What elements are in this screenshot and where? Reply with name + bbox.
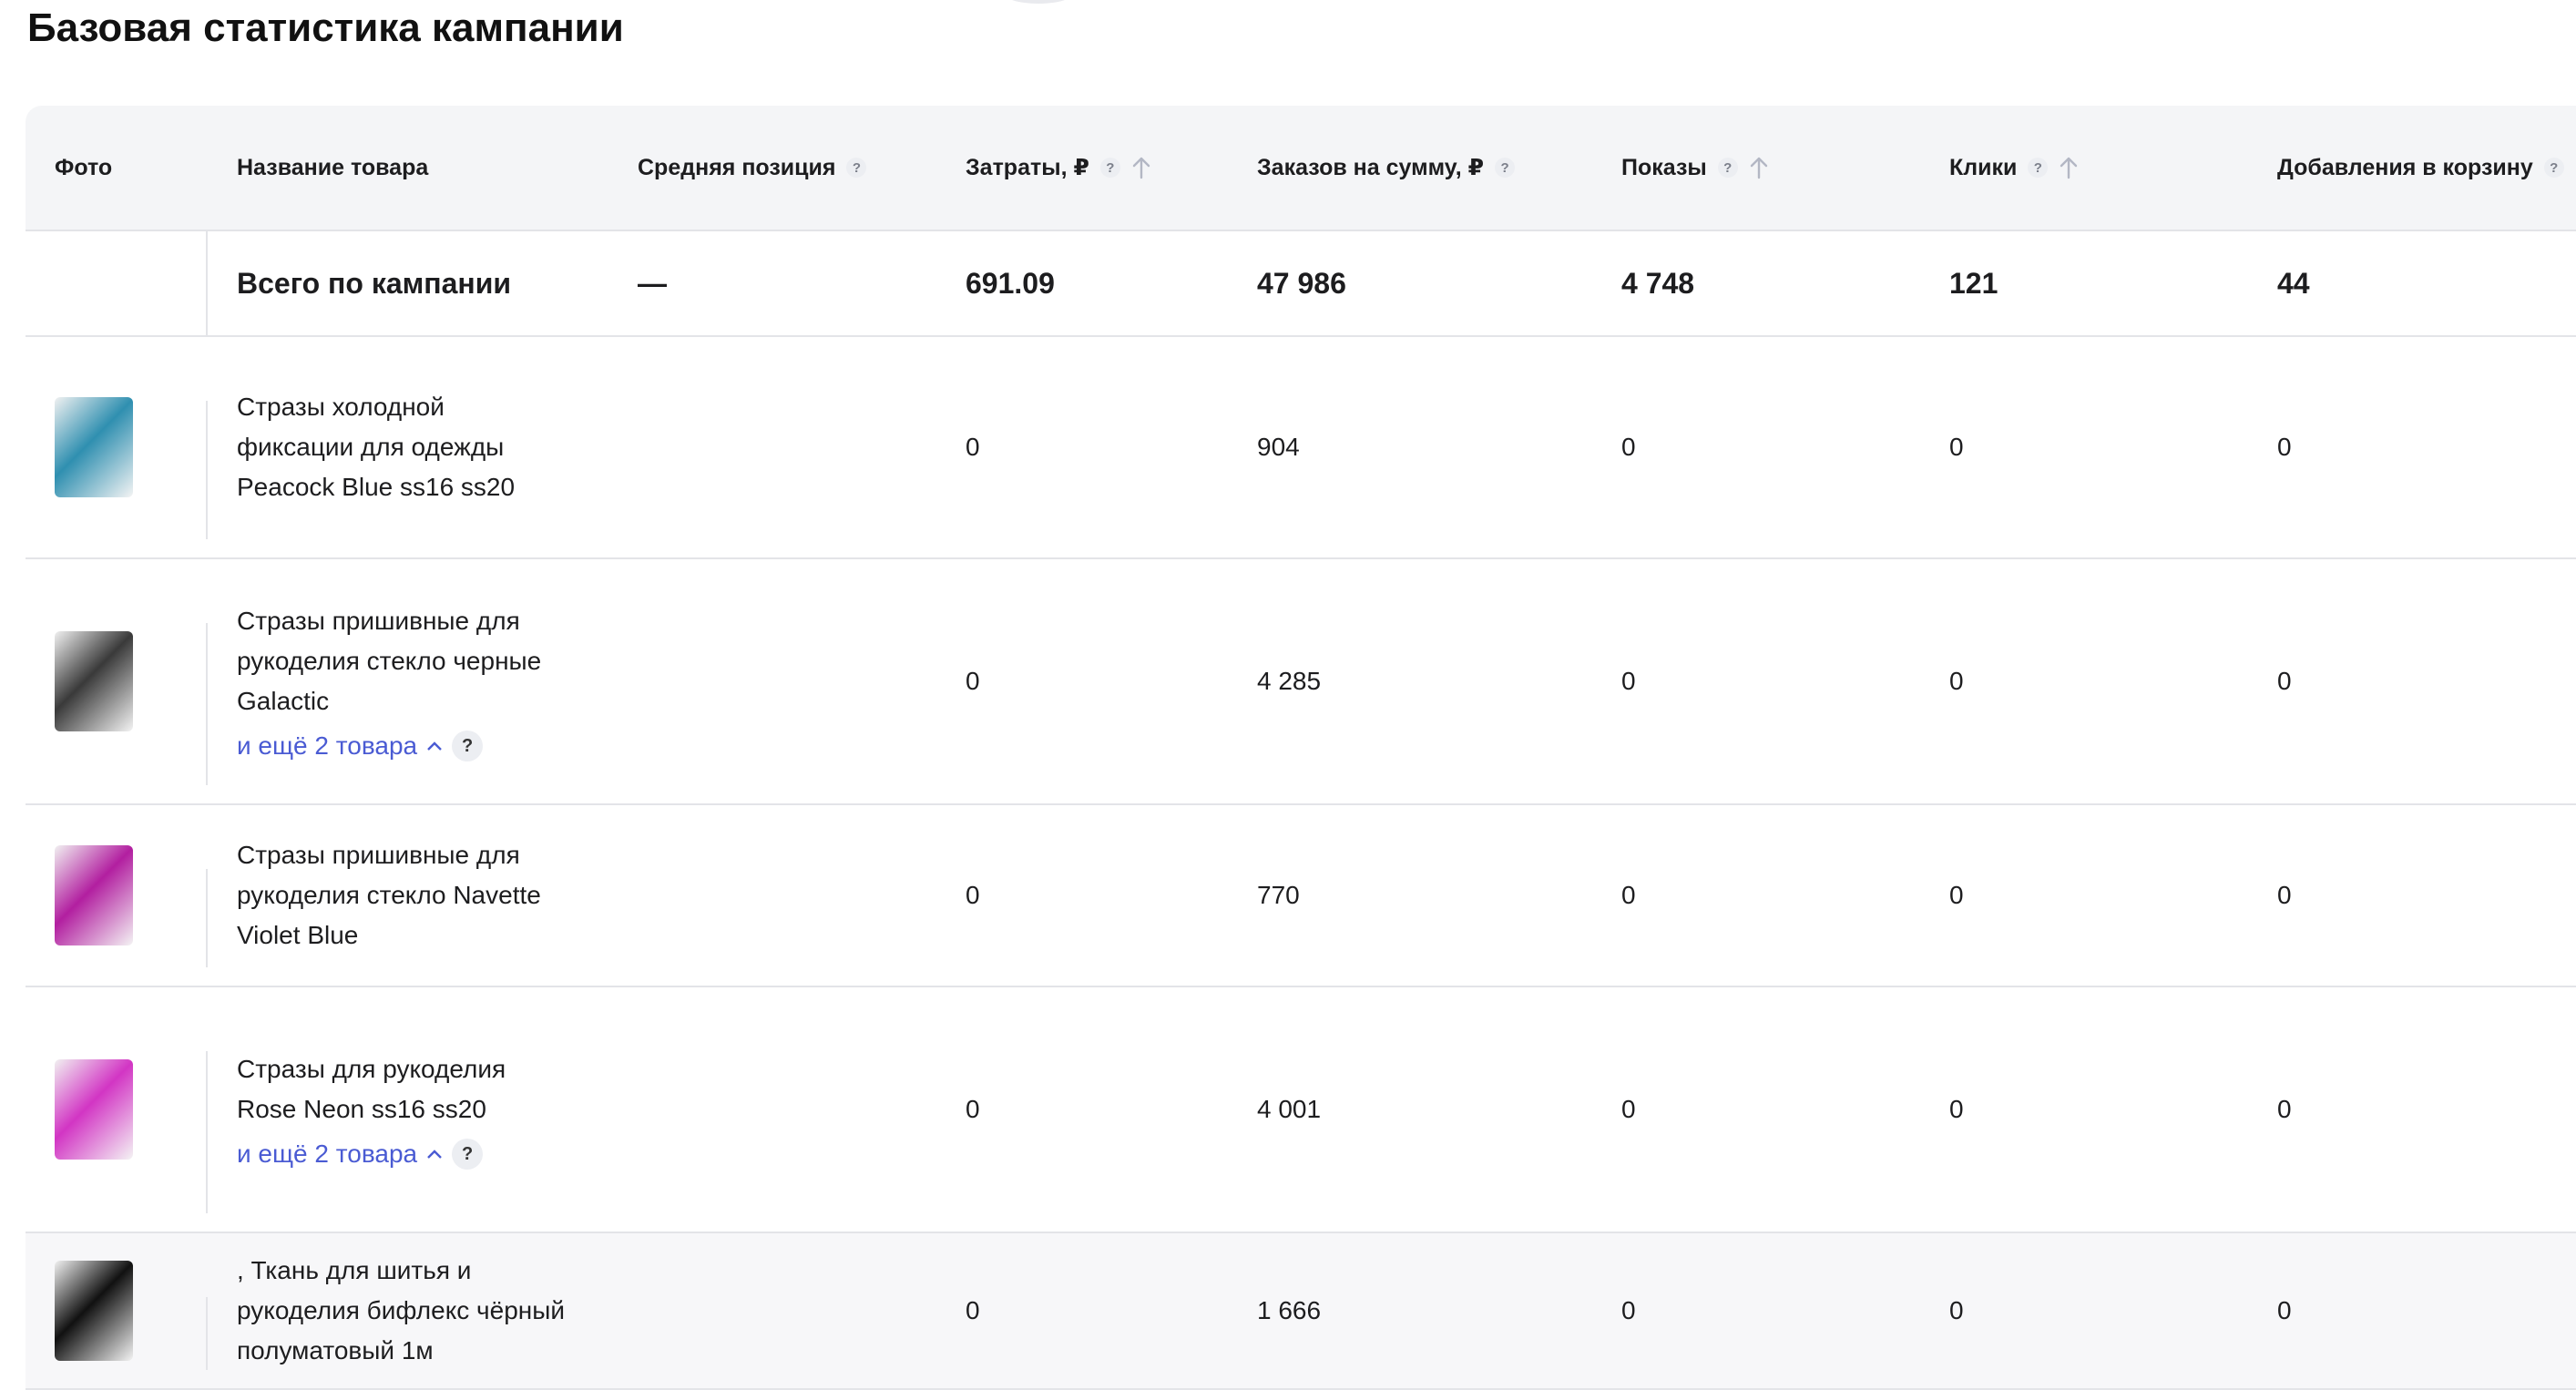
product-photo[interactable] <box>55 1261 133 1361</box>
show-more-products-link[interactable]: и ещё 2 товара? <box>237 731 484 761</box>
cell-spend: 0 <box>966 433 980 461</box>
column-divider <box>206 1297 208 1370</box>
column-header-name: Название товара <box>237 106 428 230</box>
help-icon[interactable]: ? <box>2543 158 2564 178</box>
chevron-up-icon <box>427 741 442 751</box>
show-more-label: и ещё 2 товара <box>237 1140 418 1168</box>
help-icon[interactable]: ? <box>846 158 867 178</box>
cell-cart-adds: 0 <box>2277 433 2292 461</box>
product-photo[interactable] <box>55 397 133 497</box>
column-divider <box>206 401 208 539</box>
show-more-label: и ещё 2 товара <box>237 731 418 760</box>
column-header-orders-sum: Заказов на сумму, ₽? <box>1257 106 1516 230</box>
cell-spend: 0 <box>966 667 980 695</box>
column-header-label: Показы <box>1621 154 1707 180</box>
help-icon[interactable]: ? <box>1495 158 1516 178</box>
total-row: Всего по кампании — 691.09 47 986 4 748 121 44 <box>26 231 2576 337</box>
cell-orders-sum: 4 001 <box>1257 1095 1322 1123</box>
product-photo[interactable] <box>55 845 133 945</box>
cell-impressions: 0 <box>1621 881 1636 909</box>
total-spend: 691.09 <box>966 266 1055 300</box>
product-photo[interactable] <box>55 631 133 731</box>
cell-cart-adds: 0 <box>2277 1296 2292 1324</box>
cell-clicks: 0 <box>1949 667 1964 695</box>
product-name-cell: Стразы пришивные для рукоделия стекло Na… <box>237 805 565 986</box>
column-divider <box>206 623 208 785</box>
column-header-label: Фото <box>55 154 113 180</box>
page-title: Базовая статистика кампании <box>27 5 624 50</box>
cell-clicks: 0 <box>1949 433 1964 461</box>
product-row[interactable]: Стразы для рукоделия Rose Neon ss16 ss20… <box>26 987 2576 1233</box>
column-header-clicks[interactable]: Клики? <box>1949 106 2079 230</box>
column-header-label: Название товара <box>237 154 429 180</box>
cell-impressions: 0 <box>1621 1296 1636 1324</box>
product-name-cell: Стразы холодной фиксации для одежды Peac… <box>237 337 565 557</box>
cell-orders-sum: 1 666 <box>1257 1296 1322 1324</box>
help-icon[interactable]: ? <box>1717 158 1738 178</box>
sort-arrow-up-icon[interactable] <box>2059 156 2079 179</box>
sort-arrow-up-icon[interactable] <box>1749 156 1769 179</box>
cell-impressions: 0 <box>1621 433 1636 461</box>
cell-cart-adds: 0 <box>2277 881 2292 909</box>
help-icon[interactable]: ? <box>2028 158 2049 178</box>
total-avg-pos: — <box>638 266 667 300</box>
cell-impressions: 0 <box>1621 1095 1636 1123</box>
help-icon[interactable]: ? <box>452 731 484 761</box>
product-name-cell: Стразы пришивные для рукоделия стекло че… <box>237 559 565 803</box>
campaign-stats-table: Фото Название товара Средняя позиция? Затра… <box>26 106 2576 1390</box>
total-impressions: 4 748 <box>1621 266 1695 300</box>
column-header-photo: Фото <box>55 106 112 230</box>
cell-orders-sum: 904 <box>1257 433 1300 461</box>
cell-spend: 0 <box>966 881 980 909</box>
column-header-label: Средняя позиция <box>638 154 836 180</box>
product-row[interactable]: Стразы холодной фиксации для одежды Peac… <box>26 337 2576 559</box>
column-header-spend[interactable]: Затраты, ₽? <box>966 106 1151 230</box>
column-header-label: Заказов на сумму, ₽ <box>1257 155 1485 180</box>
product-row[interactable]: Стразы пришивные для рукоделия стекло Na… <box>26 805 2576 987</box>
column-divider <box>206 231 208 335</box>
column-header-avg-pos: Средняя позиция? <box>638 106 867 230</box>
product-row[interactable]: Стразы пришивные для рукоделия стекло че… <box>26 559 2576 805</box>
total-clicks: 121 <box>1949 266 1998 300</box>
cell-cart-adds: 0 <box>2277 1095 2292 1123</box>
column-header-label: Добавления в корзину <box>2277 154 2533 180</box>
product-name-cell: Стразы для рукоделия Rose Neon ss16 ss20… <box>237 987 565 1232</box>
product-name-cell: , Ткань для шитья и рукоделия бифлекс чё… <box>237 1233 565 1388</box>
product-name[interactable]: Стразы пришивные для рукоделия стекло че… <box>237 601 565 721</box>
column-divider <box>206 1051 208 1213</box>
product-photo[interactable] <box>55 1059 133 1160</box>
product-name[interactable]: , Ткань для шитья и рукоделия бифлекс чё… <box>237 1251 565 1371</box>
cell-clicks: 0 <box>1949 1095 1964 1123</box>
product-name[interactable]: Стразы пришивные для рукоделия стекло Na… <box>237 835 565 956</box>
total-label: Всего по кампании <box>237 266 512 300</box>
total-orders-sum: 47 986 <box>1257 266 1346 300</box>
column-header-label: Клики <box>1949 154 2018 180</box>
column-header-cart-adds: Добавления в корзину? <box>2277 106 2564 230</box>
total-cart-adds: 44 <box>2277 266 2310 300</box>
cell-spend: 0 <box>966 1296 980 1324</box>
cell-clicks: 0 <box>1949 881 1964 909</box>
cell-spend: 0 <box>966 1095 980 1123</box>
column-header-impressions[interactable]: Показы? <box>1621 106 1769 230</box>
product-name[interactable]: Стразы для рукоделия Rose Neon ss16 ss20 <box>237 1049 565 1129</box>
help-icon[interactable]: ? <box>452 1139 484 1170</box>
cell-clicks: 0 <box>1949 1296 1964 1324</box>
cell-cart-adds: 0 <box>2277 667 2292 695</box>
help-icon[interactable]: ? <box>1099 158 1120 178</box>
cell-orders-sum: 770 <box>1257 881 1300 909</box>
table-header: Фото Название товара Средняя позиция? Затра… <box>26 106 2576 231</box>
scroll-handle <box>1002 0 1075 4</box>
column-header-label: Затраты, ₽ <box>966 155 1089 180</box>
cell-orders-sum: 4 285 <box>1257 667 1322 695</box>
column-divider <box>206 869 208 967</box>
sort-arrow-up-icon[interactable] <box>1131 156 1151 179</box>
cell-impressions: 0 <box>1621 667 1636 695</box>
chevron-up-icon <box>427 1150 442 1159</box>
product-row[interactable]: , Ткань для шитья и рукоделия бифлекс чё… <box>26 1233 2576 1390</box>
show-more-products-link[interactable]: и ещё 2 товара? <box>237 1139 484 1170</box>
product-name[interactable]: Стразы холодной фиксации для одежды Peac… <box>237 387 565 507</box>
